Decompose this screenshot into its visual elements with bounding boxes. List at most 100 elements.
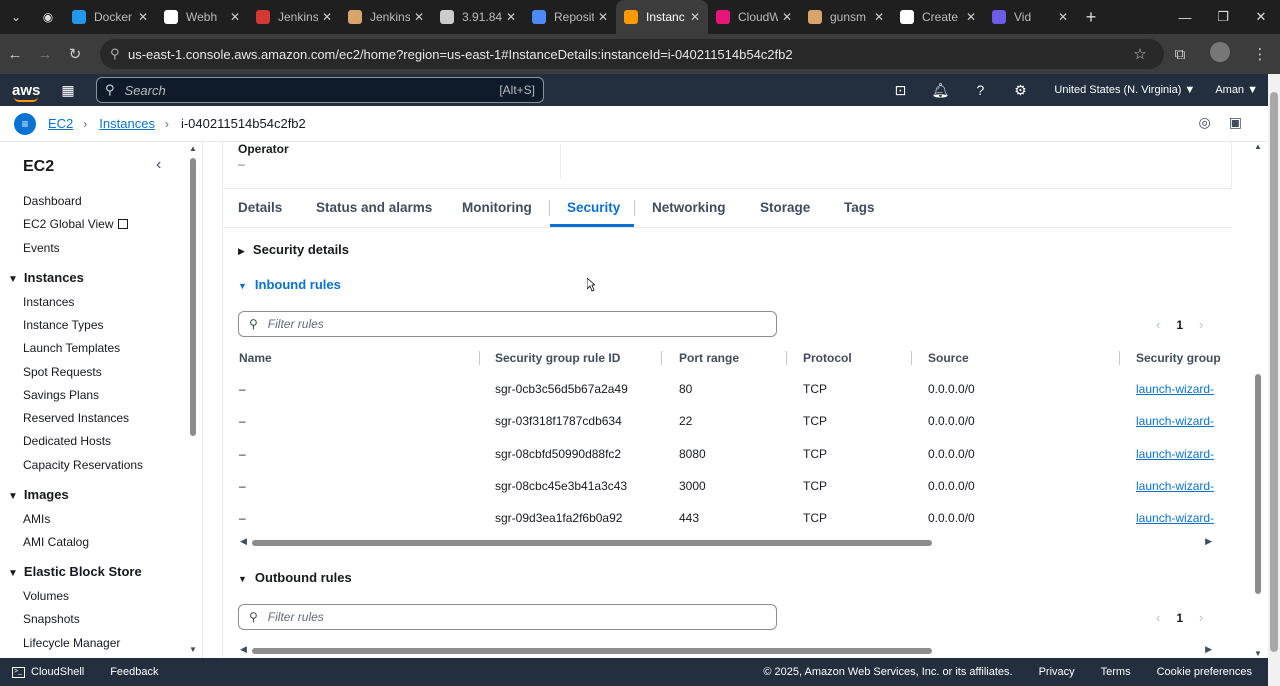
browser-menu-icon[interactable]: ⋮ [1240, 45, 1280, 63]
info-panel-icon[interactable]: ◎ [1199, 114, 1211, 131]
sidebar-item-capacity-reservations[interactable]: Capacity Reservations [23, 458, 143, 472]
sidebar-section-images[interactable]: ▼ Images [8, 487, 69, 502]
browser-tab[interactable]: 3.91.84 ✕ [432, 0, 524, 34]
sidebar-item-volumes[interactable]: Volumes [23, 589, 69, 603]
new-tab-button[interactable]: + [1076, 7, 1106, 28]
notifications-panel-icon[interactable]: ▣ [1229, 114, 1242, 131]
sidebar-scrollbar[interactable] [190, 158, 196, 436]
sidebar-item-dashboard[interactable]: Dashboard [23, 194, 82, 208]
cookie-preferences-link[interactable]: Cookie preferences [1157, 666, 1252, 678]
tab-close-icon[interactable]: ✕ [874, 10, 884, 24]
extensions-icon[interactable]: ⧉ [1160, 46, 1200, 63]
scrollbar-thumb[interactable] [1270, 92, 1278, 652]
back-icon[interactable]: ← [0, 34, 30, 74]
tab-close-icon[interactable]: ✕ [598, 10, 608, 24]
help-icon[interactable]: ? [960, 82, 1000, 98]
scroll-down-icon[interactable]: ▼ [1254, 649, 1262, 658]
sidebar-item-snapshots[interactable]: Snapshots [23, 612, 80, 626]
minimize-icon[interactable]: — [1166, 0, 1204, 34]
main-vertical-scrollbar[interactable]: ▲ ▼ [1252, 142, 1264, 658]
sidebar-item-ami-catalog[interactable]: AMI Catalog [23, 535, 89, 549]
inbound-filter-input[interactable]: ⚲ Filter rules [238, 311, 777, 337]
column-resizer[interactable] [479, 351, 480, 365]
tab-close-icon[interactable]: ✕ [1058, 10, 1068, 24]
sidebar-item-events[interactable]: Events [23, 241, 60, 255]
browser-tab[interactable]: Reposit ✕ [524, 0, 616, 34]
tab-close-icon[interactable]: ✕ [966, 10, 976, 24]
tab-close-icon[interactable]: ✕ [138, 10, 148, 24]
tab-close-icon[interactable]: ✕ [690, 10, 700, 24]
tab-search-icon[interactable]: ⌄ [0, 0, 32, 34]
close-window-icon[interactable]: ✕ [1242, 0, 1280, 34]
inbound-horizontal-scrollbar[interactable]: ◀ ▶ [238, 536, 1212, 548]
tab-details[interactable]: Details [238, 200, 282, 215]
cloudshell-button[interactable]: >_ CloudShell [12, 666, 84, 678]
browser-tab[interactable]: Instanc ✕ [616, 0, 708, 34]
reload-icon[interactable]: ↻ [60, 34, 90, 74]
tab-storage[interactable]: Storage [760, 200, 810, 215]
browser-tab[interactable]: Create ✕ [892, 0, 984, 34]
sidebar-item-instances[interactable]: Instances [23, 295, 74, 309]
user-menu[interactable]: Aman ▼ [1215, 84, 1258, 96]
scroll-up-icon[interactable]: ▲ [189, 144, 197, 153]
cell-sg[interactable]: launch-wizard- [1136, 511, 1214, 525]
scroll-left-icon[interactable]: ◀ [240, 536, 247, 547]
browser-tab[interactable]: Docker ✕ [64, 0, 156, 34]
browser-tab[interactable]: Jenkins ✕ [340, 0, 432, 34]
tab-status-and-alarms[interactable]: Status and alarms [316, 200, 432, 215]
feedback-link[interactable]: Feedback [110, 666, 158, 678]
cloudshell-icon[interactable]: ⊡ [880, 82, 920, 99]
sidebar-item-amis[interactable]: AMIs [23, 512, 50, 526]
browser-tab[interactable]: Jenkins ✕ [248, 0, 340, 34]
page-vertical-scrollbar[interactable] [1268, 74, 1280, 686]
tab-close-icon[interactable]: ✕ [782, 10, 792, 24]
aws-logo[interactable]: aws [12, 82, 50, 102]
col-header-source[interactable]: Source [928, 351, 969, 365]
hamburger-menu-icon[interactable]: ≡ [14, 112, 36, 135]
col-header-security-group[interactable]: Security group [1136, 351, 1221, 365]
sidebar-item-lifecycle-manager[interactable]: Lifecycle Manager [23, 636, 120, 650]
notifications-bell-icon[interactable]: 🔔︎ [920, 82, 960, 99]
sidebar-section-ebs[interactable]: ▼ Elastic Block Store [8, 564, 142, 579]
browser-tab[interactable]: Vid ✕ [984, 0, 1076, 34]
tab-close-icon[interactable]: ✕ [322, 10, 332, 24]
sidebar-item-dedicated-hosts[interactable]: Dedicated Hosts [23, 434, 111, 448]
browser-tab[interactable]: gunsm ✕ [800, 0, 892, 34]
column-resizer[interactable] [786, 351, 787, 365]
scroll-right-icon[interactable]: ▶ [1205, 644, 1212, 655]
scroll-left-icon[interactable]: ◀ [240, 644, 247, 655]
sidebar-item-spot-requests[interactable]: Spot Requests [23, 365, 102, 379]
restore-icon[interactable]: ❐ [1204, 0, 1242, 34]
region-selector[interactable]: United States (N. Virginia) ▼ [1054, 84, 1195, 96]
breadcrumb-instances[interactable]: Instances [99, 116, 155, 131]
url-field[interactable]: ⚲ us-east-1.console.aws.amazon.com/ec2/h… [100, 39, 1164, 69]
outbound-horizontal-scrollbar[interactable]: ◀ ▶ [238, 644, 1212, 656]
col-header-name[interactable]: Name [239, 351, 272, 365]
settings-gear-icon[interactable]: ⚙ [1000, 82, 1040, 99]
tab-close-icon[interactable]: ✕ [506, 10, 516, 24]
tab-close-icon[interactable]: ✕ [414, 10, 424, 24]
browser-tab[interactable]: Webh ✕ [156, 0, 248, 34]
sidebar-item-reserved-instances[interactable]: Reserved Instances [23, 411, 129, 425]
site-info-icon[interactable]: ⚲ [110, 46, 128, 62]
terms-link[interactable]: Terms [1101, 666, 1131, 678]
col-header-port-range[interactable]: Port range [679, 351, 739, 365]
prev-page-icon[interactable]: ‹ [1156, 317, 1160, 332]
page-number[interactable]: 1 [1176, 611, 1183, 625]
sidebar-item-launch-templates[interactable]: Launch Templates [23, 341, 120, 355]
scroll-down-icon[interactable]: ▼ [189, 645, 197, 654]
page-number[interactable]: 1 [1176, 318, 1183, 332]
tab-tags[interactable]: Tags [844, 200, 875, 215]
sidebar-item-global-view[interactable]: EC2 Global View [23, 217, 128, 231]
sidebar-section-instances[interactable]: ▼ Instances [8, 270, 84, 285]
cell-sg[interactable]: launch-wizard- [1136, 382, 1214, 396]
privacy-link[interactable]: Privacy [1039, 666, 1075, 678]
breadcrumb-ec2[interactable]: EC2 [48, 116, 73, 131]
security-details-toggle[interactable]: ▶ Security details [238, 242, 349, 257]
sidebar-item-instance-types[interactable]: Instance Types [23, 318, 104, 332]
scrollbar-thumb[interactable] [252, 648, 932, 654]
outbound-rules-toggle[interactable]: ▼ Outbound rules [238, 570, 352, 585]
outbound-filter-input[interactable]: ⚲ Filter rules [238, 604, 777, 630]
column-resizer[interactable] [661, 351, 662, 365]
column-resizer[interactable] [911, 351, 912, 365]
